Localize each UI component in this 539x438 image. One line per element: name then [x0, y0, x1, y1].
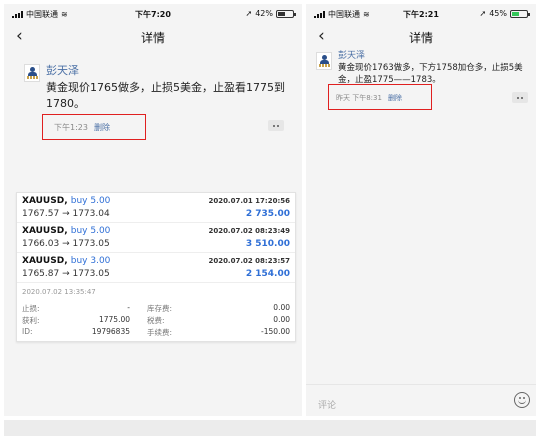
close-date: 2020.07.02 13:35:47: [22, 288, 96, 296]
trade-side: buy 3.00: [70, 256, 111, 266]
battery-percent: 42%: [255, 9, 273, 18]
trade-row: XAUUSD, buy 5.00 2020.07.01 17:20:56 176…: [17, 193, 295, 223]
trade-prices: 1767.57 → 1773.04: [22, 209, 110, 219]
right-phone-screen: 中国联通 ≋ 下午2:21 ➚ 45% ‹ 详情 彭天泽 黄金现价1763做多，…: [306, 4, 536, 416]
bottom-band: [4, 420, 536, 436]
detail-label: 止损:: [22, 304, 40, 313]
highlight-box: [328, 84, 432, 110]
trade-side: buy 5.00: [70, 196, 111, 206]
battery-icon: [276, 9, 296, 18]
detail-row: ID: 19796835 手续费: -150.00: [22, 327, 290, 339]
comment-divider: [306, 384, 536, 385]
emoji-icon[interactable]: [514, 392, 530, 408]
left-phone-screen: 中国联通 ≋ 下午7:20 ➚ 42% ‹ 详情 彭天泽 黄金现价1765做多，…: [4, 4, 302, 416]
detail-value: 0.00: [273, 315, 290, 324]
nav-bar: ‹ 详情: [306, 24, 536, 48]
status-bar: 中国联通 ≋ 下午7:20 ➚ 42%: [4, 4, 302, 22]
trade-date: 2020.07.02 08:23:57: [208, 257, 290, 265]
highlight-box: [42, 114, 146, 140]
comment-input[interactable]: 评论: [318, 398, 336, 411]
screenshot-composite: 中国联通 ≋ 下午7:20 ➚ 42% ‹ 详情 彭天泽 黄金现价1765做多，…: [0, 0, 539, 438]
battery-percent: 45%: [489, 9, 507, 18]
trade-symbol: XAUUSD,: [22, 196, 68, 206]
detail-label: 手续费:: [147, 328, 173, 337]
author-name[interactable]: 彭天泽: [46, 62, 79, 78]
trade-symbol-line: XAUUSD, buy 5.00: [22, 226, 110, 236]
detail-row: 止损: - 库存费: 0.00: [22, 303, 290, 315]
trade-row: XAUUSD, buy 3.00 2020.07.02 08:23:57 176…: [17, 253, 295, 283]
post-text: 黄金现价1765做多，止损5美金，止盈看1775到1780。: [46, 81, 285, 110]
battery-icon: [510, 9, 530, 18]
author-name[interactable]: 彭天泽: [338, 48, 365, 61]
detail-value: -: [127, 303, 130, 312]
trade-profit: 2 735.00: [245, 209, 290, 219]
avatar[interactable]: [24, 64, 40, 82]
detail-label: ID:: [22, 327, 33, 336]
trade-details: 止损: - 库存费: 0.00 获利: 1775.00 税费: 0.00 ID:…: [22, 303, 290, 339]
trade-date: 2020.07.02 08:23:49: [208, 227, 290, 235]
trade-symbol: XAUUSD,: [22, 226, 68, 236]
trade-side: buy 5.00: [70, 226, 111, 236]
more-options-icon[interactable]: [268, 120, 284, 131]
detail-row: 获利: 1775.00 税费: 0.00: [22, 315, 290, 327]
trade-row: XAUUSD, buy 5.00 2020.07.02 08:23:49 176…: [17, 223, 295, 253]
detail-value: 1775.00: [98, 315, 130, 324]
page-title: 详情: [408, 31, 433, 45]
detail-value: -150.00: [261, 327, 290, 336]
location-icon: ➚: [479, 9, 487, 18]
trade-symbol-line: XAUUSD, buy 5.00: [22, 196, 110, 206]
trade-symbol: XAUUSD,: [22, 256, 68, 266]
location-icon: ➚: [245, 9, 253, 18]
avatar[interactable]: [316, 52, 332, 70]
detail-value: 0.00: [273, 303, 290, 312]
post-text: 黄金现价1763做多，下方1758加仓多，止损5美金，止盈1775——1783。: [338, 63, 523, 85]
status-right: ➚ 42%: [245, 9, 296, 18]
detail-label: 获利:: [22, 316, 40, 325]
trade-summary-card: XAUUSD, buy 5.00 2020.07.01 17:20:56 176…: [16, 192, 296, 342]
trade-prices: 1766.03 → 1773.05: [22, 239, 110, 249]
trade-prices: 1765.87 → 1773.05: [22, 269, 110, 279]
detail-value: 19796835: [91, 327, 130, 336]
more-options-icon[interactable]: [512, 92, 528, 103]
status-bar: 中国联通 ≋ 下午2:21 ➚ 45%: [306, 4, 536, 22]
status-right: ➚ 45%: [479, 9, 530, 18]
detail-label: 税费:: [147, 316, 165, 325]
nav-bar: ‹ 详情: [4, 24, 302, 48]
page-title: 详情: [140, 31, 165, 45]
trade-symbol-line: XAUUSD, buy 3.00: [22, 256, 110, 266]
detail-label: 库存费:: [147, 304, 173, 313]
trade-date: 2020.07.01 17:20:56: [208, 197, 290, 205]
trade-profit: 2 154.00: [245, 269, 290, 279]
trade-profit: 3 510.00: [245, 239, 290, 249]
